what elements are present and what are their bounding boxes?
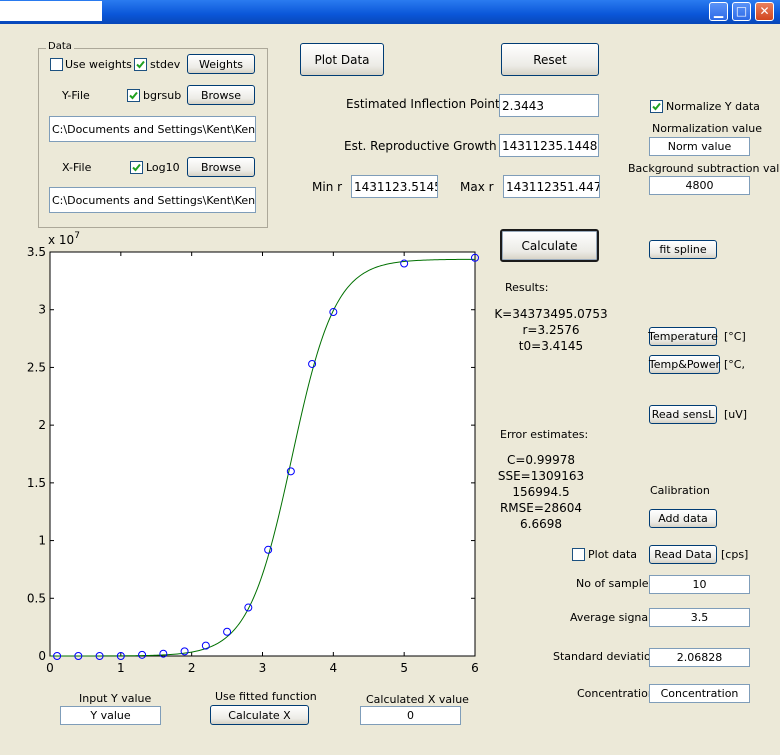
y-tick-label: 2 [38,418,46,432]
y-tick-label: 0.5 [27,591,46,605]
plot-area [49,251,476,657]
x-tick-label: 2 [188,661,196,675]
x-tick-label: 3 [259,661,267,675]
x-tick-label: 1 [117,661,125,675]
y-tick-label: 3 [38,303,46,317]
y-tick-label: 2.5 [27,360,46,374]
y-tick-label: 3.5 [27,245,46,259]
y-exponent-label: x 107 [48,231,80,247]
y-tick-label: 1.5 [27,476,46,490]
x-tick-label: 6 [471,661,479,675]
y-tick-label: 0 [38,649,46,663]
growth-curve-chart: 0 1 2 3 4 5 6 0 0.5 1 1.5 2 2.5 3 3.5x 107 [27,231,479,675]
x-tick-label: 5 [400,661,408,675]
x-tick-label: 4 [330,661,338,675]
x-tick-label: 0 [46,661,54,675]
y-tick-label: 1 [38,534,46,548]
